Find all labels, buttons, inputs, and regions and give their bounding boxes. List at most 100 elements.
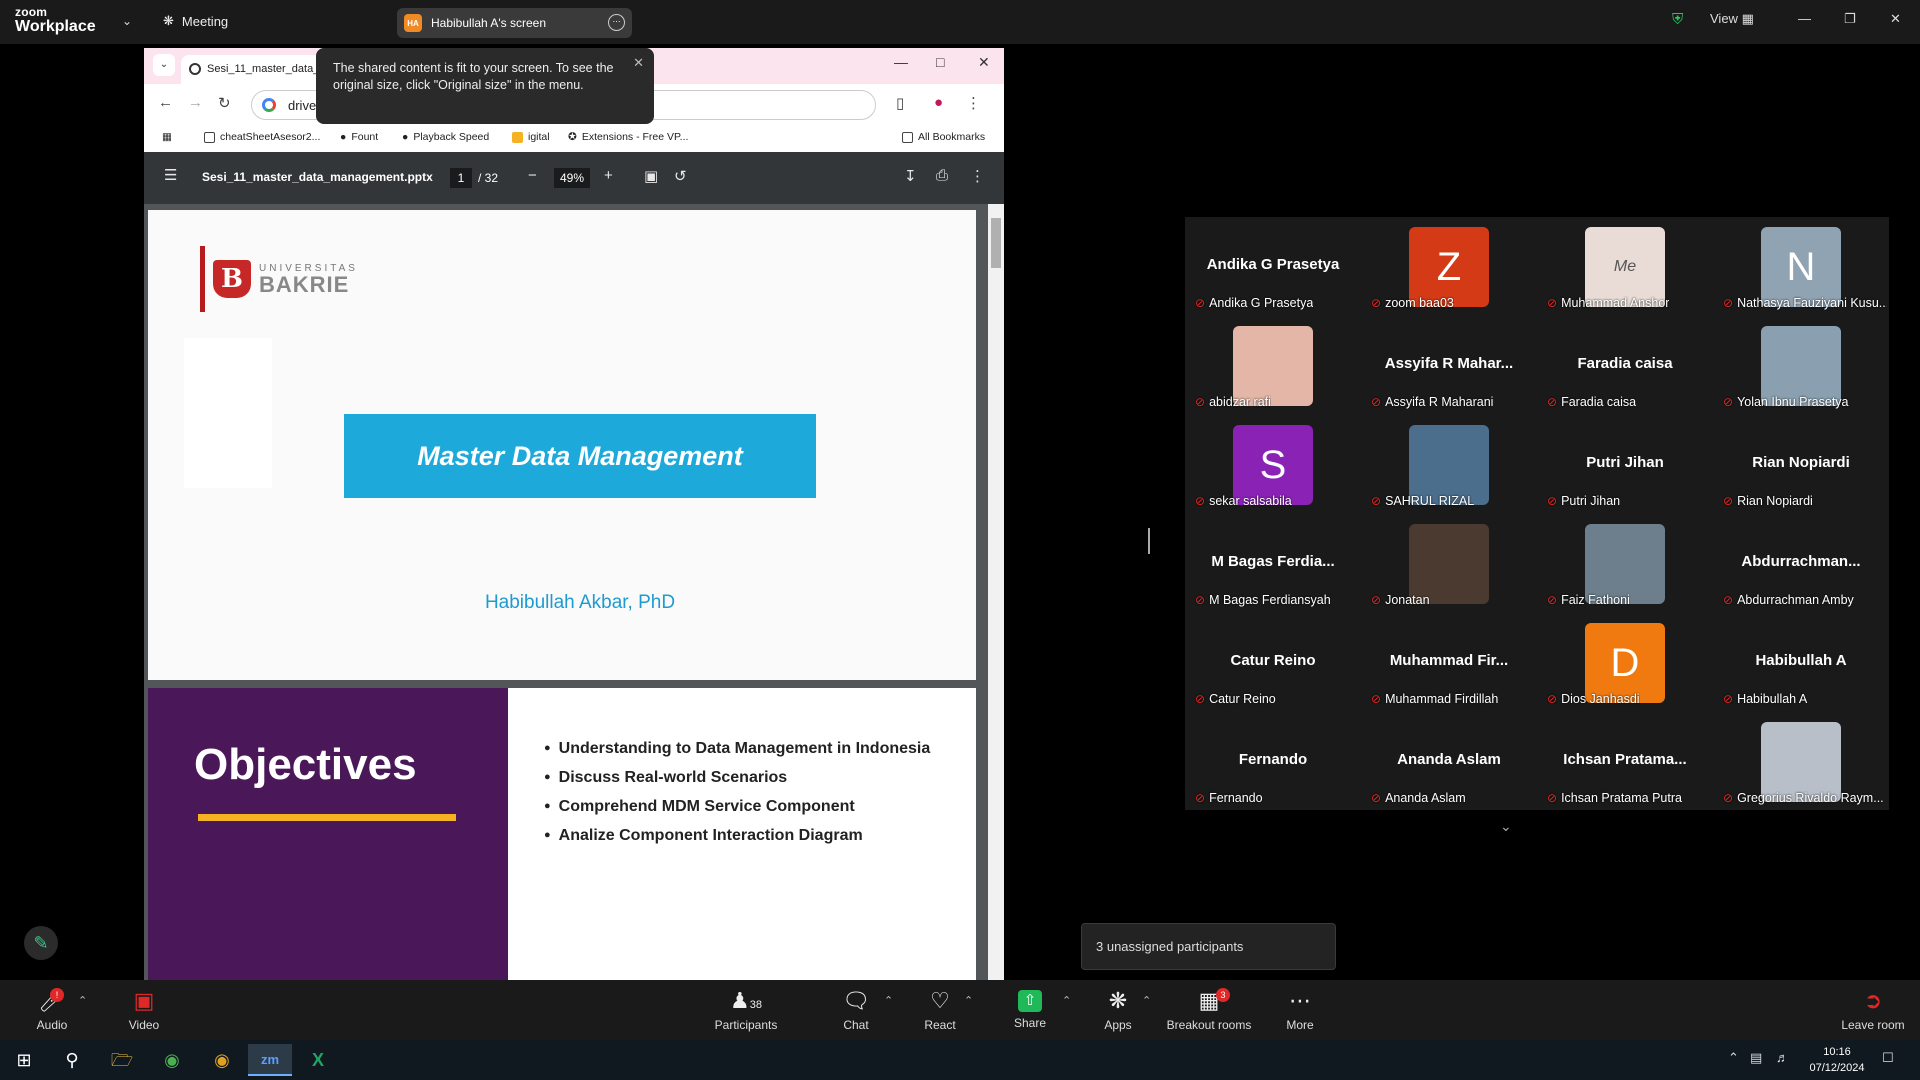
browser-close-icon[interactable]: ✕ bbox=[978, 54, 990, 71]
zoom-level-input[interactable]: 49% bbox=[554, 168, 590, 188]
chat-button[interactable]: 🗨︎ Chat bbox=[836, 988, 876, 1032]
react-button[interactable]: ♡ React bbox=[920, 988, 960, 1032]
file-explorer-icon[interactable]: 🗁︎ bbox=[100, 1044, 144, 1076]
screen-share-pill[interactable]: HA Habibullah A's screen ⋯ bbox=[397, 8, 632, 38]
participant-tile[interactable]: Andika G Prasetya ⊘ Andika G Prasetya bbox=[1185, 217, 1361, 316]
participant-display-name: Habibullah A bbox=[1755, 652, 1847, 669]
bookmark-item[interactable]: cheatSheetAsesor2... bbox=[204, 131, 320, 143]
forward-icon[interactable]: → bbox=[188, 94, 203, 111]
system-clock[interactable]: 10:16 07/12/2024 bbox=[1806, 1044, 1868, 1076]
browser-minimize-icon[interactable]: — bbox=[894, 54, 908, 70]
zoom-out-icon[interactable]: − bbox=[528, 167, 537, 184]
address-text: drive bbox=[288, 98, 317, 113]
chat-caret-icon[interactable]: ⌃ bbox=[884, 994, 893, 1007]
shield-icon[interactable]: ⛨ bbox=[1672, 11, 1683, 28]
chrome-icon[interactable]: ◉ bbox=[150, 1044, 194, 1076]
rotate-icon[interactable]: ↺ bbox=[674, 167, 687, 185]
extensions-icon[interactable]: ▯ bbox=[896, 94, 904, 112]
menu-icon[interactable]: ⋮ bbox=[966, 94, 981, 112]
bookmark-item[interactable]: ✪ Extensions - Free VP... bbox=[568, 131, 688, 143]
search-icon[interactable]: ⚲ bbox=[50, 1044, 94, 1076]
volume-icon[interactable]: ♬ bbox=[1776, 1050, 1789, 1065]
more-options-icon[interactable]: ⋯ bbox=[608, 14, 625, 31]
unassigned-participants-notice[interactable]: 3 unassigned participants bbox=[1081, 923, 1336, 970]
more-button[interactable]: ⋯ More bbox=[1280, 988, 1320, 1032]
gallery-chevron-down-icon[interactable]: ⌄ bbox=[1500, 818, 1512, 835]
apps-caret-icon[interactable]: ⌃ bbox=[1142, 994, 1151, 1007]
share-button[interactable]: ⇧ Share bbox=[1010, 988, 1050, 1030]
bookmark-item[interactable]: ● Fount bbox=[340, 131, 378, 143]
participant-tile[interactable]: ⊘ Jonatan bbox=[1361, 514, 1537, 613]
bookmark-item[interactable]: ● Playback Speed bbox=[402, 131, 489, 143]
breakout-badge: 3 bbox=[1216, 988, 1230, 1002]
participant-tile[interactable]: Putri Jihan ⊘ Putri Jihan bbox=[1537, 415, 1713, 514]
participant-tile[interactable]: S ⊘ sekar salsabila bbox=[1185, 415, 1361, 514]
splitter-handle[interactable] bbox=[1148, 528, 1150, 554]
participant-tile[interactable]: Rian Nopiardi ⊘ Rian Nopiardi bbox=[1713, 415, 1889, 514]
share-avatar: HA bbox=[404, 14, 422, 32]
pdf-scrollbar[interactable] bbox=[988, 204, 1004, 980]
tooltip-close-icon[interactable]: ✕ bbox=[633, 54, 644, 71]
participant-tile[interactable]: Ananda Aslam ⊘ Ananda Aslam bbox=[1361, 712, 1537, 811]
participant-tile[interactable]: Catur Reino ⊘ Catur Reino bbox=[1185, 613, 1361, 712]
annotate-pencil-icon[interactable]: ✎ bbox=[24, 926, 58, 960]
participant-tile[interactable]: Me ⊘ Muhammad Anshor bbox=[1537, 217, 1713, 316]
close-icon[interactable]: ✕ bbox=[1890, 11, 1901, 27]
participant-tile[interactable]: ⊘ SAHRUL RIZAL bbox=[1361, 415, 1537, 514]
participants-button[interactable]: ♟38 Participants bbox=[712, 988, 780, 1032]
participant-tile[interactable]: ⊘ Gregorius Rivaldo Raym... bbox=[1713, 712, 1889, 811]
participant-tile[interactable]: N ⊘ Nathasya Fauziyani Kusu... bbox=[1713, 217, 1889, 316]
participant-tile[interactable]: Muhammad Fir... ⊘ Muhammad Firdillah bbox=[1361, 613, 1537, 712]
participant-tile[interactable]: Assyifa R Mahar... ⊘ Assyifa R Maharani bbox=[1361, 316, 1537, 415]
tab-search-icon[interactable]: ⌄ bbox=[153, 54, 175, 76]
fit-page-icon[interactable]: ▣ bbox=[644, 167, 658, 185]
apps-grid-icon[interactable]: ▦ bbox=[162, 131, 172, 143]
view-button[interactable]: View ▦ bbox=[1710, 11, 1754, 27]
chevron-down-icon[interactable]: ⌄ bbox=[122, 14, 132, 28]
audio-caret-icon[interactable]: ⌃ bbox=[78, 994, 87, 1007]
apps-button[interactable]: ❋ Apps bbox=[1098, 988, 1138, 1032]
react-caret-icon[interactable]: ⌃ bbox=[964, 994, 973, 1007]
pdf-more-icon[interactable]: ⋮ bbox=[970, 167, 985, 185]
participant-tile[interactable]: ⊘ Faiz Fathoni bbox=[1537, 514, 1713, 613]
page-number-input[interactable]: 1 bbox=[450, 168, 472, 188]
notifications-icon[interactable]: ☐ bbox=[1882, 1050, 1894, 1066]
share-caret-icon[interactable]: ⌃ bbox=[1062, 994, 1071, 1007]
breakout-rooms-button[interactable]: ▦ Breakout rooms bbox=[1166, 988, 1252, 1032]
chrome-profile-icon[interactable]: ◉ bbox=[200, 1044, 244, 1076]
zoom-in-icon[interactable]: + bbox=[604, 167, 613, 184]
view-label: View bbox=[1710, 11, 1738, 26]
all-bookmarks[interactable]: All Bookmarks bbox=[902, 131, 985, 143]
download-icon[interactable]: ↧ bbox=[904, 167, 917, 185]
participant-tile[interactable]: Z ⊘ zoom baa03 bbox=[1361, 217, 1537, 316]
zoom-app-icon[interactable]: zm bbox=[248, 1044, 292, 1076]
meeting-menu[interactable]: ❋ Meeting bbox=[163, 13, 228, 29]
participant-tile[interactable]: Habibullah A ⊘ Habibullah A bbox=[1713, 613, 1889, 712]
tray-chevron-icon[interactable]: ⌃ bbox=[1728, 1050, 1739, 1066]
video-button[interactable]: ▣ Video bbox=[124, 988, 164, 1032]
restore-icon[interactable]: ❐ bbox=[1844, 11, 1856, 27]
participant-tile[interactable]: Fernando ⊘ Fernando bbox=[1185, 712, 1361, 811]
print-icon[interactable]: ⎙ bbox=[936, 167, 948, 184]
participant-tile[interactable]: ⊘ Yolan Ibnu Prasetya bbox=[1713, 316, 1889, 415]
reload-icon[interactable]: ↻ bbox=[218, 94, 231, 112]
network-icon[interactable]: ▤ bbox=[1750, 1050, 1762, 1066]
leave-room-button[interactable]: ➲ Leave room bbox=[1838, 988, 1908, 1032]
windows-start-icon[interactable]: ⊞ bbox=[2, 1044, 46, 1076]
browser-maximize-icon[interactable]: □ bbox=[936, 54, 944, 70]
participant-tile[interactable]: Abdurrachman... ⊘ Abdurrachman Amby bbox=[1713, 514, 1889, 613]
participant-tile[interactable]: Ichsan Pratama... ⊘ Ichsan Pratama Putra bbox=[1537, 712, 1713, 811]
participant-name-label: ⊘ Habibullah A bbox=[1723, 692, 1807, 706]
participant-tile[interactable]: ⊘ abidzar rafi bbox=[1185, 316, 1361, 415]
bookmark-item[interactable]: igital bbox=[512, 131, 550, 143]
participant-tile[interactable]: M Bagas Ferdia... ⊘ M Bagas Ferdiansyah bbox=[1185, 514, 1361, 613]
back-icon[interactable]: ← bbox=[158, 94, 173, 111]
excel-icon[interactable]: X bbox=[296, 1044, 340, 1076]
minimize-icon[interactable]: — bbox=[1798, 11, 1811, 26]
participant-tile[interactable]: D ⊘ Dios Janhasdi bbox=[1537, 613, 1713, 712]
participant-tile[interactable]: Faradia caisa ⊘ Faradia caisa bbox=[1537, 316, 1713, 415]
browser-tab[interactable]: Sesi_11_master_data_r bbox=[181, 55, 326, 84]
profile-icon[interactable]: ● bbox=[934, 94, 943, 111]
hamburger-icon[interactable]: ☰ bbox=[164, 166, 177, 184]
scrollbar-thumb[interactable] bbox=[991, 218, 1001, 268]
